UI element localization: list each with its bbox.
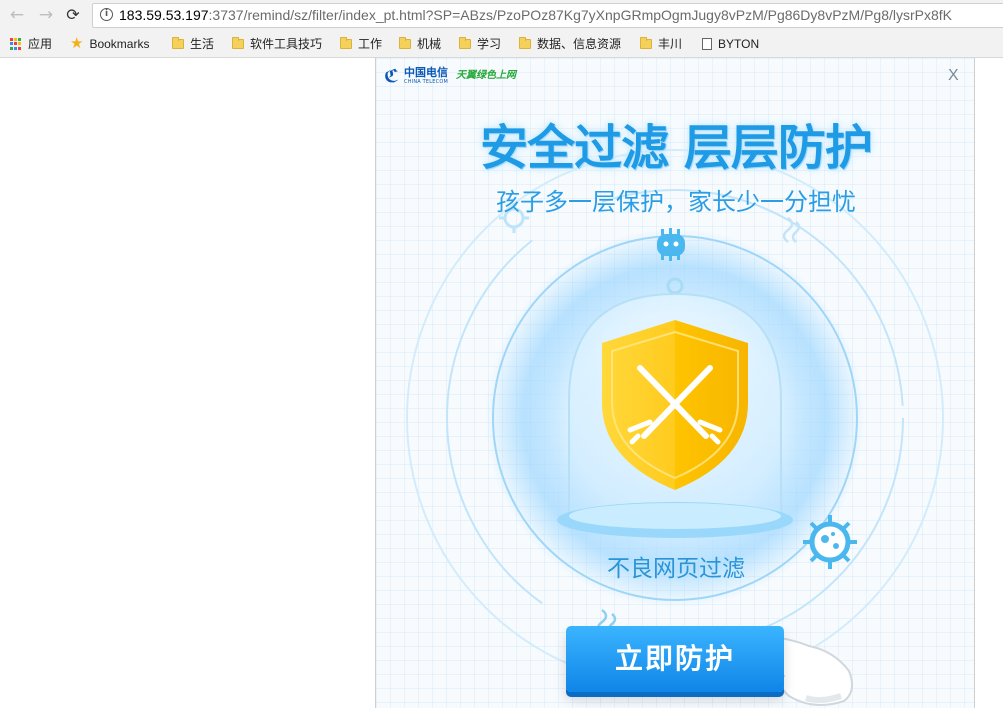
logo-text-en: CHINA TELECOM	[404, 79, 448, 85]
feature-caption: 不良网页过滤	[607, 556, 745, 582]
bookmark-folder-data[interactable]: 数据、信息资源	[519, 36, 621, 52]
bookmark-folder-life[interactable]: 生活	[172, 36, 214, 52]
page-icon	[702, 38, 712, 50]
dome-base-top	[569, 503, 781, 529]
apps-grid-icon	[10, 38, 22, 50]
bookmark-folder-fengchuan[interactable]: 丰川	[640, 36, 682, 52]
bookmark-label: 机械	[417, 37, 442, 51]
url-path: :3737/remind/sz/filter/index_pt.html?SP=…	[208, 7, 953, 23]
partner-logo: 天翼绿色上网	[456, 70, 516, 81]
china-telecom-logo: ℭ	[384, 66, 399, 87]
protect-now-button[interactable]: 立即防护	[566, 626, 784, 692]
folder-icon	[340, 37, 352, 49]
bookmark-label: 学习	[477, 37, 502, 51]
bookmark-label: 数据、信息资源	[537, 37, 622, 51]
bookmark-label: 工作	[358, 37, 383, 51]
logo-text-cn: 中国电信	[404, 66, 448, 79]
folder-icon	[399, 37, 411, 49]
bookmark-apps[interactable]: 应用	[10, 36, 52, 52]
url-host: 183.59.53.197	[119, 7, 209, 23]
bookmark-label: BYTON	[718, 37, 760, 51]
folder-icon	[640, 37, 652, 49]
bookmark-byton[interactable]: BYTON	[702, 36, 759, 52]
star-icon: ★	[70, 35, 84, 52]
bookmark-label: 生活	[190, 37, 215, 51]
bookmark-label: Bookmarks	[89, 37, 150, 51]
folder-icon	[172, 37, 184, 49]
close-button[interactable]: X	[948, 68, 959, 84]
back-arrow-icon[interactable]: ←	[8, 6, 26, 24]
browser-toolbar: ← → ⟳ i 183.59.53.197:3737/remind/sz/fil…	[0, 0, 1003, 30]
bookmark-folder-mechanical[interactable]: 机械	[399, 36, 441, 52]
bookmark-label: 应用	[28, 37, 53, 51]
bookmark-label: 丰川	[658, 37, 683, 51]
bookmark-bookmarks[interactable]: ★ Bookmarks	[70, 36, 149, 52]
forward-arrow-icon[interactable]: →	[37, 6, 55, 24]
ad-popup: ℭ 中国电信 CHINA TELECOM 天翼绿色上网 X 安全过滤 层层防护 …	[375, 58, 975, 708]
bookmark-folder-work[interactable]: 工作	[340, 36, 382, 52]
info-icon[interactable]: i	[100, 8, 113, 21]
address-bar[interactable]: i 183.59.53.197:3737/remind/sz/filter/in…	[92, 3, 1003, 28]
folder-icon	[232, 37, 244, 49]
reload-icon[interactable]: ⟳	[64, 6, 82, 24]
bookmark-folder-study[interactable]: 学习	[459, 36, 501, 52]
folder-icon	[519, 37, 531, 49]
bookmarks-bar: 应用 ★ Bookmarks 生活 软件工具技巧 工作 机械 学习 数据、信息资…	[0, 30, 1003, 58]
subheadline: 孩子多一层保护，家长少一分担忧	[496, 188, 856, 216]
wave-icon	[782, 217, 801, 243]
folder-icon	[459, 37, 471, 49]
bookmark-folder-software[interactable]: 软件工具技巧	[232, 36, 322, 52]
headline: 安全过滤 层层防护	[480, 120, 873, 176]
url-text[interactable]: 183.59.53.197:3737/remind/sz/filter/inde…	[119, 6, 952, 24]
bookmark-label: 软件工具技巧	[250, 37, 323, 51]
